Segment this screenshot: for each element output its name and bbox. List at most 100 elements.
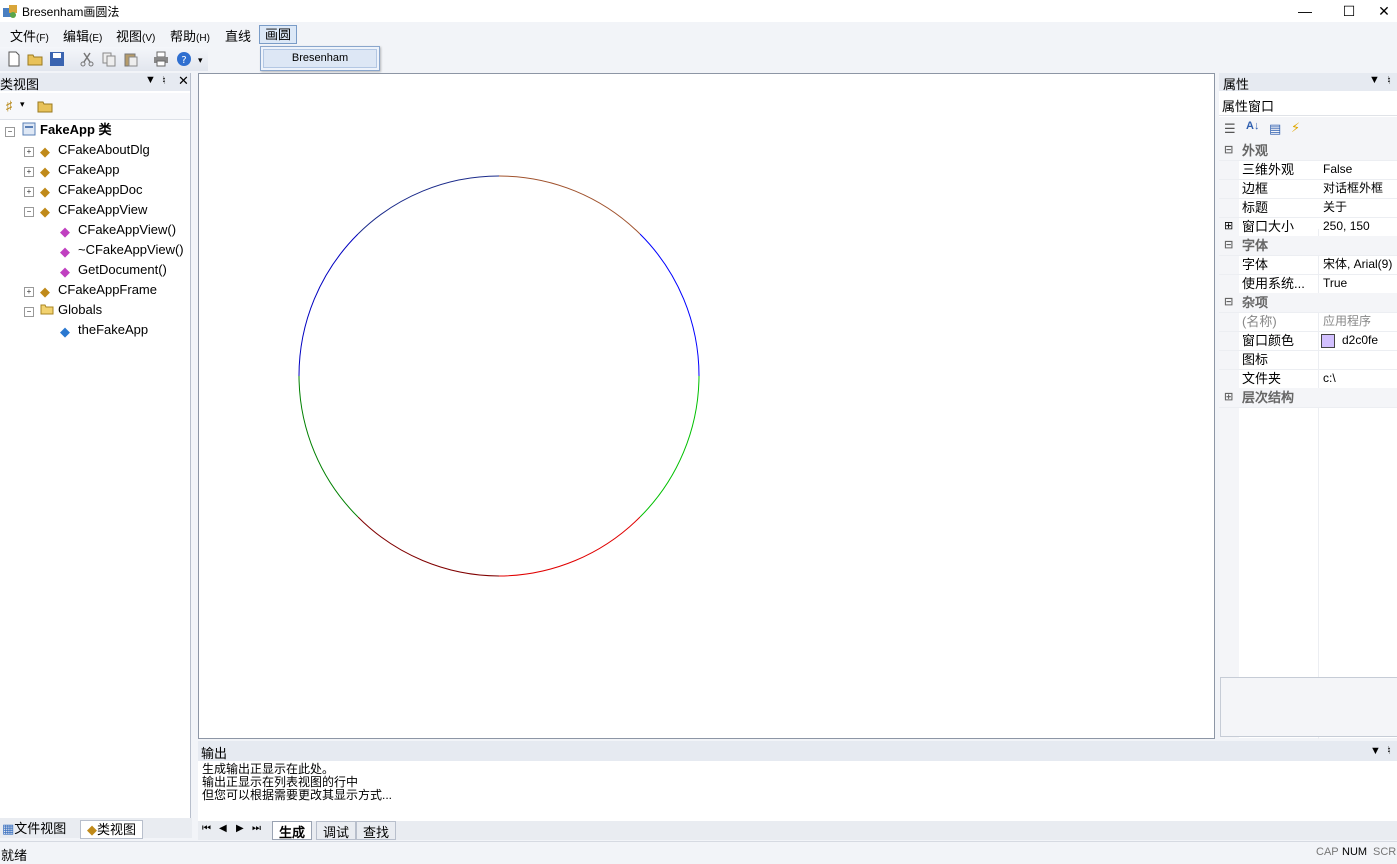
circle-arc-bottom-left bbox=[357, 516, 500, 577]
tree-item[interactable]: ◆ CFakeAppView() bbox=[60, 220, 176, 240]
property-value[interactable]: 关于 bbox=[1323, 198, 1347, 217]
tree-item-label: CFakeAppView bbox=[58, 202, 148, 217]
events-icon[interactable]: ⚡ bbox=[1291, 120, 1300, 136]
menu-view[interactable]: 视图(V) bbox=[116, 26, 155, 45]
menu-edit[interactable]: 编辑(E) bbox=[63, 26, 102, 45]
property-row[interactable]: 标题 关于 bbox=[1219, 198, 1397, 218]
collapse-icon[interactable]: ⊟ bbox=[1224, 141, 1233, 160]
tree-item[interactable]: ◆ CFakeAppFrame bbox=[40, 280, 157, 300]
tree-item[interactable]: ◆ GetDocument() bbox=[60, 260, 167, 280]
tab-file-view[interactable]: ▦文件视图 bbox=[2, 820, 66, 837]
property-value[interactable]: c:\ bbox=[1323, 369, 1336, 388]
tab-find[interactable]: 查找 bbox=[356, 821, 397, 840]
prev-tab-icon[interactable]: ◀ bbox=[219, 823, 227, 834]
collapse-icon[interactable]: − bbox=[5, 127, 15, 137]
menu-help[interactable]: 帮助(H) bbox=[170, 26, 210, 45]
category-font[interactable]: ⊟ 字体 bbox=[1219, 236, 1397, 256]
property-row[interactable]: 窗口颜色 d2c0fe bbox=[1219, 331, 1397, 351]
tree-item[interactable]: ◆ CFakeApp bbox=[40, 160, 119, 180]
paste-icon[interactable] bbox=[123, 51, 139, 67]
next-tab-icon[interactable]: ▶ bbox=[236, 823, 244, 834]
cut-icon[interactable] bbox=[79, 51, 95, 67]
menu-item-bresenham[interactable]: Bresenham bbox=[263, 49, 377, 68]
expand-icon[interactable]: + bbox=[24, 287, 34, 297]
tree-item[interactable]: ◆ CFakeAboutDlg bbox=[40, 140, 150, 160]
pin-icon[interactable]: ♮ bbox=[1387, 74, 1391, 87]
property-row[interactable]: 文件夹 c:\ bbox=[1219, 369, 1397, 389]
tab-build[interactable]: 生成 bbox=[272, 821, 313, 840]
save-icon[interactable] bbox=[49, 51, 65, 67]
dropdown-icon[interactable]: ▼ bbox=[145, 74, 156, 86]
expand-icon[interactable]: ⊞ bbox=[1224, 388, 1233, 407]
property-value[interactable]: 250, 150 bbox=[1323, 217, 1370, 236]
tree-item[interactable]: ◆ CFakeAppView bbox=[40, 200, 147, 220]
collapse-icon[interactable]: − bbox=[24, 307, 34, 317]
property-value[interactable]: 对话框外框 bbox=[1323, 179, 1383, 198]
category-appearance[interactable]: ⊟ 外观 bbox=[1219, 141, 1397, 161]
expand-icon[interactable]: + bbox=[24, 167, 34, 177]
new-folder-icon[interactable] bbox=[37, 99, 53, 113]
pin-icon[interactable]: ♮ bbox=[1387, 744, 1391, 757]
open-folder-icon[interactable] bbox=[27, 51, 43, 67]
property-row[interactable]: ⊞ 窗口大小 250, 150 bbox=[1219, 217, 1397, 237]
alphabetical-icon[interactable]: A↓ bbox=[1246, 120, 1259, 132]
help-icon[interactable]: ? bbox=[176, 51, 192, 67]
property-pages-icon[interactable]: ▤ bbox=[1269, 121, 1281, 137]
project-icon bbox=[22, 122, 36, 136]
menu-file[interactable]: 文件(F) bbox=[10, 26, 49, 45]
tree-item[interactable]: ◆ CFakeAppDoc bbox=[40, 180, 143, 200]
toolbar-overflow-icon[interactable]: ▾ bbox=[198, 55, 203, 66]
property-value[interactable]: True bbox=[1323, 274, 1347, 293]
print-icon[interactable] bbox=[153, 51, 169, 67]
drawing-canvas[interactable] bbox=[198, 73, 1215, 739]
property-value[interactable]: 宋体, Arial(9) bbox=[1323, 255, 1392, 274]
collapse-icon[interactable]: − bbox=[24, 207, 34, 217]
class-view-icon: ◆ bbox=[87, 822, 97, 837]
expand-icon[interactable]: + bbox=[24, 147, 34, 157]
circle-arc-right-upper bbox=[639, 233, 700, 377]
tab-debug[interactable]: 调试 bbox=[316, 821, 357, 840]
property-row[interactable]: 使用系统... True bbox=[1219, 274, 1397, 294]
tree-item[interactable]: Globals bbox=[40, 300, 102, 320]
tree-root[interactable]: FakeApp 类 bbox=[22, 120, 112, 140]
close-button[interactable]: ✕ bbox=[1371, 0, 1397, 22]
sort-icon[interactable]: ♯ bbox=[6, 98, 13, 113]
menu-circle[interactable]: 画圆 bbox=[259, 25, 298, 44]
last-tab-icon[interactable]: ⏭ bbox=[252, 823, 261, 834]
menu-line[interactable]: 直线 bbox=[225, 26, 251, 45]
expand-icon[interactable]: + bbox=[24, 187, 34, 197]
tree-item[interactable]: ◆ theFakeApp bbox=[60, 320, 148, 340]
property-row[interactable]: 字体 宋体, Arial(9) bbox=[1219, 255, 1397, 275]
circle-arc-bottom-right bbox=[498, 516, 641, 577]
expand-icon[interactable]: ⊞ bbox=[1224, 217, 1233, 236]
dropdown-icon[interactable]: ▼ bbox=[1370, 745, 1381, 757]
first-tab-icon[interactable]: ⏮ bbox=[202, 823, 211, 834]
property-row[interactable]: 三维外观 False bbox=[1219, 160, 1397, 180]
collapse-icon[interactable]: ⊟ bbox=[1224, 293, 1233, 312]
circle-arc-left-lower bbox=[298, 375, 359, 518]
color-swatch[interactable] bbox=[1321, 334, 1335, 348]
properties-object-combo[interactable]: 属性窗口 bbox=[1219, 93, 1397, 116]
new-file-icon[interactable] bbox=[6, 51, 22, 67]
property-row[interactable]: (名称) 应用程序 bbox=[1219, 312, 1397, 332]
tab-class-view[interactable]: ◆类视图 bbox=[80, 820, 144, 839]
dropdown-icon[interactable]: ▼ bbox=[1369, 74, 1380, 86]
pin-icon[interactable]: ♮ bbox=[162, 74, 166, 87]
category-hierarchy[interactable]: ⊞ 层次结构 bbox=[1219, 388, 1397, 408]
tree-item[interactable]: ◆ ~CFakeAppView() bbox=[60, 240, 184, 260]
collapse-icon[interactable]: ⊟ bbox=[1224, 236, 1233, 255]
categorized-icon[interactable]: ☰ bbox=[1224, 121, 1236, 137]
property-row[interactable]: 边框 对话框外框 bbox=[1219, 179, 1397, 199]
property-row[interactable]: 图标 bbox=[1219, 350, 1397, 370]
maximize-button[interactable]: ☐ bbox=[1327, 0, 1371, 22]
property-name: 文件夹 bbox=[1242, 371, 1282, 386]
property-value[interactable]: d2c0fe bbox=[1342, 331, 1378, 350]
sort-dropdown-icon[interactable]: ▾ bbox=[20, 99, 25, 110]
category-misc[interactable]: ⊟ 杂项 bbox=[1219, 293, 1397, 313]
close-icon[interactable]: ✕ bbox=[178, 73, 189, 89]
property-value[interactable]: False bbox=[1323, 160, 1352, 179]
bresenham-circle bbox=[298, 175, 700, 577]
minimize-button[interactable]: — bbox=[1283, 0, 1327, 22]
copy-icon[interactable] bbox=[101, 51, 117, 67]
output-text[interactable]: 生成输出正显示在此处。 输出正显示在列表视图的行中 但您可以根据需要更改其显示方… bbox=[202, 763, 392, 802]
